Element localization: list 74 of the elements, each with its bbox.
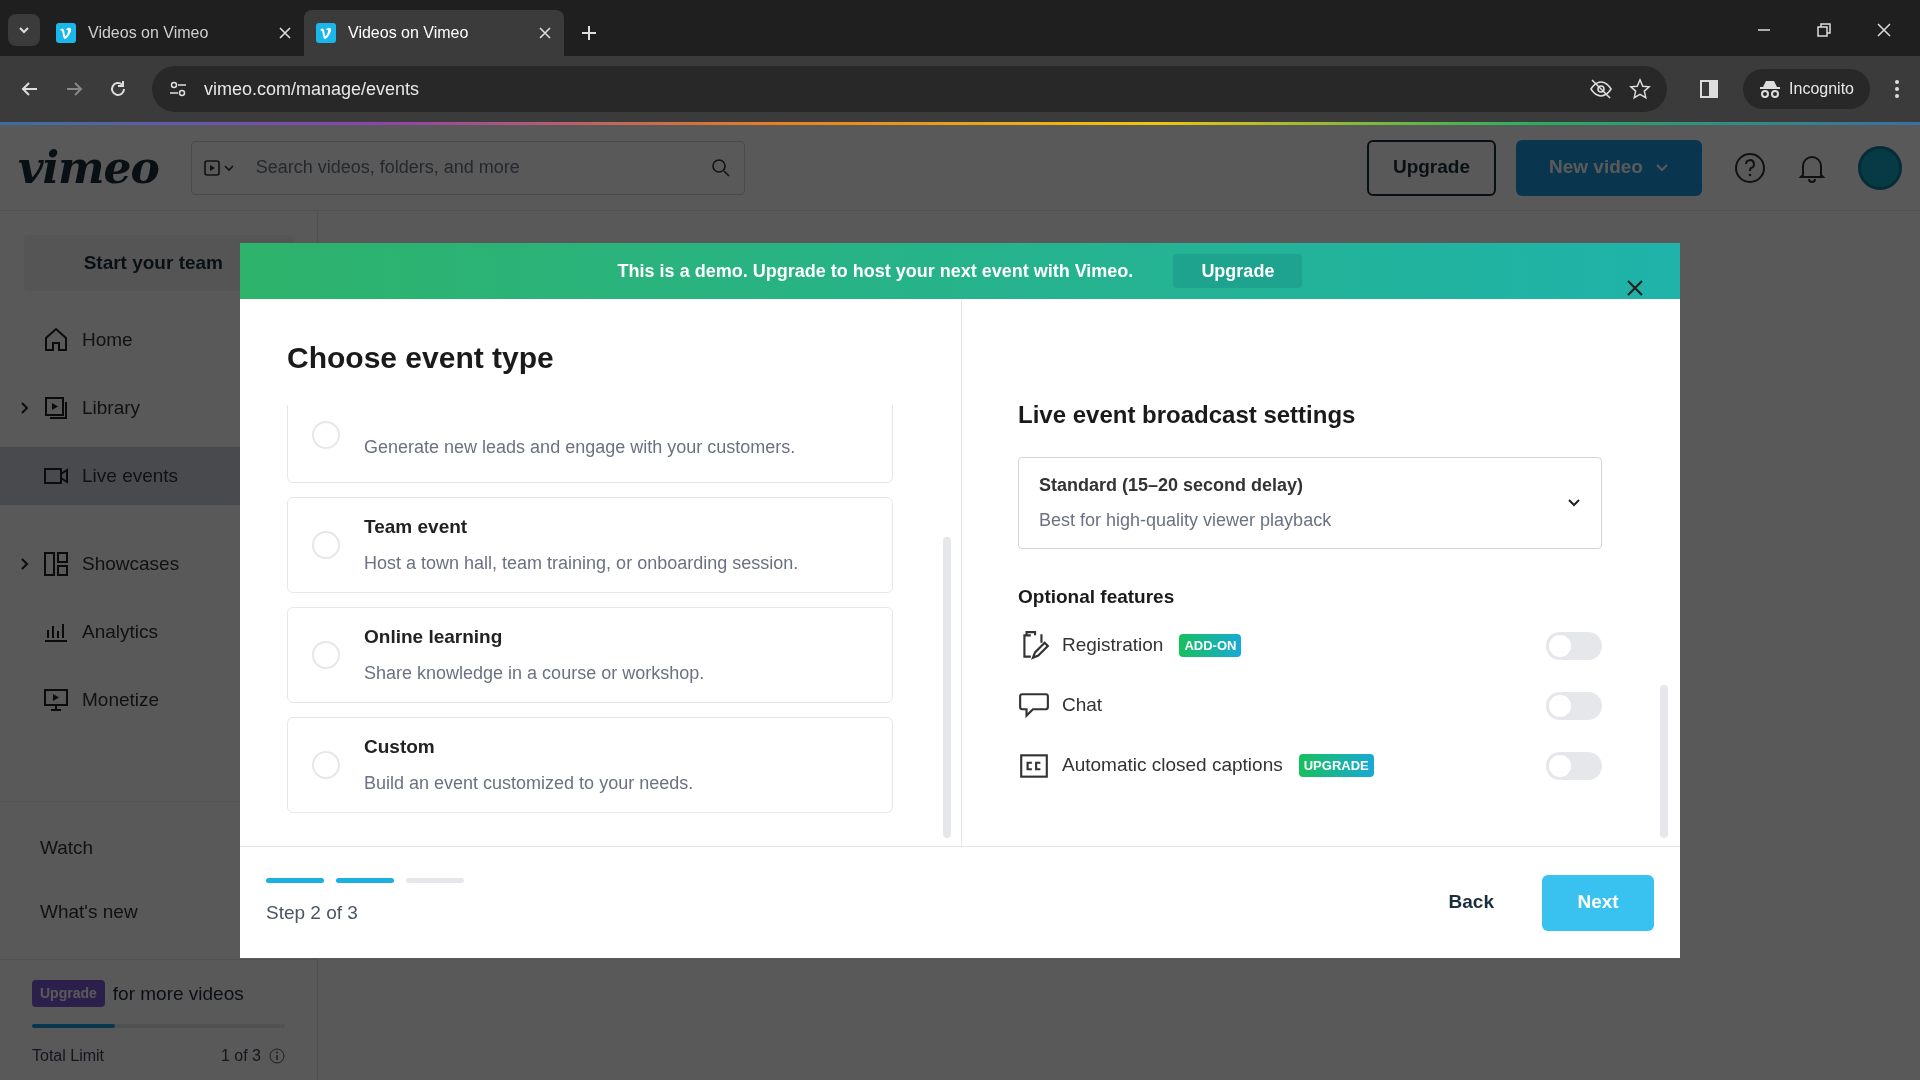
star-icon[interactable]	[1629, 78, 1652, 100]
close-tab-icon[interactable]	[538, 26, 552, 40]
new-tab-icon[interactable]	[580, 24, 598, 42]
banner-text: This is a demo. Upgrade to host your next event with Vimeo.	[617, 259, 1134, 283]
tab-list-button[interactable]	[8, 14, 40, 46]
limit-label: Total Limit	[32, 1046, 106, 1066]
side-panel-icon[interactable]	[1699, 79, 1720, 99]
close-tab-icon[interactable]	[278, 26, 292, 40]
vimeo-logo[interactable]: vimeo	[18, 145, 159, 190]
info-icon[interactable]	[269, 1048, 285, 1064]
latency-value: Standard (15–20 second delay)	[1039, 474, 1305, 497]
radio-button[interactable]	[312, 751, 340, 779]
scrollbar[interactable]	[1660, 685, 1668, 838]
grid-icon	[42, 550, 70, 578]
event-type-description: Generate new leads and engage with your customers.	[364, 435, 796, 459]
toggle-switch[interactable]	[1546, 751, 1602, 780]
event-type-description: Share knowledge in a course or workshop.	[364, 661, 705, 685]
step-text: Step 2 of 3	[266, 900, 359, 925]
back-button[interactable]: Back	[1432, 888, 1510, 917]
url-text: vimeo.com/manage/events	[204, 77, 421, 101]
latency-description: Best for high-quality viewer playback	[1039, 509, 1333, 532]
limit-value: 1 of 3	[220, 1046, 261, 1066]
eye-off-icon[interactable]	[1589, 77, 1614, 101]
site-settings-icon[interactable]	[168, 79, 188, 99]
features-heading: Optional features	[1018, 585, 1176, 609]
search-icon[interactable]	[710, 157, 731, 178]
event-type-card[interactable]: Online learning Share knowledge in a course or workshop.	[287, 607, 893, 703]
upgrade-note: for more videos	[112, 981, 244, 1006]
home-icon	[42, 326, 70, 354]
monitor-play-icon	[42, 686, 70, 714]
event-type-description: Build an event customized to your needs.	[364, 771, 694, 795]
library-icon	[42, 394, 70, 422]
event-type-title: Online learning	[364, 625, 504, 650]
chevron-down-icon	[1567, 498, 1581, 508]
radio-button[interactable]	[312, 531, 340, 559]
address-bar[interactable]: vimeo.com/manage/events	[152, 66, 1668, 112]
scrollbar[interactable]	[943, 537, 951, 838]
new-video-button[interactable]: New video	[1516, 139, 1702, 196]
reload-icon[interactable]	[108, 79, 128, 99]
event-type-description: Host a town hall, team training, or onboarding session.	[364, 551, 799, 575]
help-icon[interactable]	[1734, 151, 1766, 184]
chevron-right-icon[interactable]	[20, 557, 30, 571]
radio-button[interactable]	[312, 641, 340, 669]
banner-upgrade-button[interactable]: Upgrade	[1173, 254, 1303, 288]
caret-icon	[18, 26, 30, 34]
event-type-card[interactable]: Generate new leads and engage with your customers.	[287, 405, 893, 483]
menu-icon[interactable]	[1894, 79, 1900, 99]
incognito-button[interactable]: Incognito	[1743, 69, 1870, 109]
feature-badge: UPGRADE	[1298, 753, 1374, 778]
event-type-card[interactable]: Custom Build an event customized to your needs.	[287, 717, 893, 813]
toggle-switch[interactable]	[1546, 631, 1602, 660]
settings-heading: Live event broadcast settings	[1018, 400, 1357, 430]
vimeo-favicon-icon	[56, 23, 76, 43]
upgrade-button[interactable]: Upgrade	[1366, 139, 1496, 196]
event-type-card[interactable]: Team event Host a town hall, team training, or onboarding session.	[287, 497, 893, 593]
event-type-title: Custom	[364, 735, 436, 760]
browser-tab[interactable]: Videos on Vimeo	[44, 10, 304, 56]
restore-icon[interactable]	[1816, 22, 1832, 38]
radio-button[interactable]	[312, 421, 340, 449]
chevron-right-icon[interactable]	[20, 401, 30, 415]
event-type-title: Team event	[364, 515, 469, 540]
close-icon[interactable]	[1626, 279, 1644, 297]
feature-label: Automatic closed captions	[1062, 753, 1283, 778]
vimeo-favicon-icon	[316, 23, 336, 43]
next-button[interactable]: Next	[1542, 874, 1654, 931]
feature-label: Chat	[1062, 693, 1103, 718]
incognito-icon	[1759, 79, 1782, 99]
latency-dropdown[interactable]: Standard (15–20 second delay) Best for high-quality viewer playback	[1018, 457, 1602, 549]
browser-tab[interactable]: Videos on Vimeo	[304, 10, 564, 56]
feature-label: Registration	[1062, 633, 1164, 658]
feature-badge: ADD-ON	[1179, 633, 1242, 658]
toggle-switch[interactable]	[1546, 691, 1602, 720]
caret-icon	[1655, 162, 1669, 173]
avatar[interactable]	[1858, 145, 1902, 190]
